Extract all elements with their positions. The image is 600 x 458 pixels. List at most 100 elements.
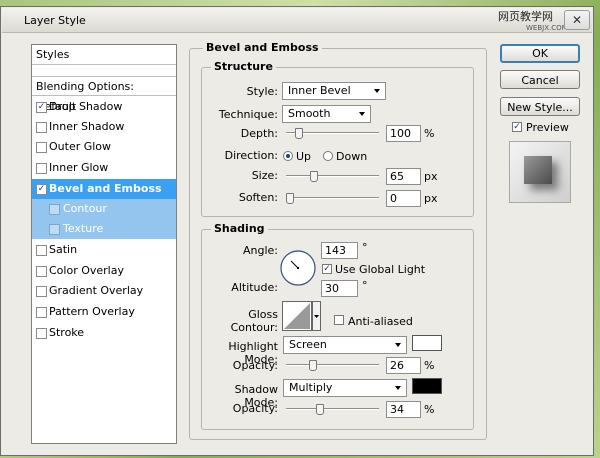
style-item-label: Color Overlay [49, 264, 124, 277]
style-item-label: Inner Glow [49, 161, 109, 174]
technique-label: Technique: [218, 108, 278, 121]
bevel-emboss-title: Bevel and Emboss [203, 41, 322, 54]
shadow-opacity-slider-thumb[interactable] [315, 404, 324, 415]
shadow-color-swatch[interactable] [412, 378, 442, 394]
depth-slider-thumb[interactable] [294, 128, 303, 139]
checkbox[interactable] [36, 307, 47, 318]
style-item-outer-glow[interactable]: Outer Glow [32, 137, 176, 157]
title-bar[interactable]: Layer Style 网页教学网 WEBJX.COM ✕ [2, 8, 592, 33]
highlight-opacity-label: Opacity: [232, 359, 278, 372]
cancel-button[interactable]: Cancel [500, 70, 580, 89]
checkbox[interactable] [36, 328, 47, 339]
checkbox[interactable] [36, 245, 47, 256]
direction-label: Direction: [224, 149, 278, 162]
shading-title: Shading [211, 222, 268, 235]
checkbox[interactable]: ✓ [36, 102, 47, 113]
preview-swatch [524, 156, 552, 184]
checkbox[interactable] [36, 142, 47, 153]
shadow-mode-dropdown[interactable]: Multiply [283, 379, 407, 397]
angle-dial[interactable] [279, 249, 317, 287]
style-item-stroke[interactable]: Stroke [32, 323, 176, 343]
checkbox[interactable]: ✓ [36, 184, 47, 195]
window-title: Layer Style [24, 14, 86, 27]
checkbox[interactable] [36, 122, 47, 133]
new-style-button[interactable]: New Style... [500, 97, 580, 116]
style-dropdown[interactable]: Inner Bevel [282, 82, 386, 100]
soften-label: Soften: [238, 191, 278, 204]
checkbox[interactable] [36, 286, 47, 297]
size-input[interactable]: 65 [386, 168, 421, 185]
chevron-down-icon [374, 89, 380, 93]
style-item-texture[interactable]: Texture [32, 219, 176, 239]
shadow-opacity-slider-track[interactable] [286, 408, 379, 410]
checkbox[interactable] [36, 266, 47, 277]
chevron-down-icon [395, 343, 401, 347]
preview-checkbox[interactable]: ✓ [512, 122, 522, 132]
anti-aliased-checkbox[interactable] [334, 315, 344, 325]
ok-button[interactable]: OK [500, 44, 580, 63]
direction-up-radio[interactable] [283, 151, 293, 161]
highlight-opacity-slider-track[interactable] [286, 364, 379, 366]
chevron-down-icon [359, 112, 365, 116]
depth-label: Depth: [240, 127, 278, 140]
altitude-unit: ° [362, 279, 368, 292]
checkbox[interactable] [36, 163, 47, 174]
style-item-satin[interactable]: Satin [32, 240, 176, 260]
style-item-label: Outer Glow [49, 140, 112, 153]
styles-list: Styles Blending Options: Default ✓ Drop S… [31, 44, 177, 444]
size-unit: px [424, 170, 438, 183]
highlight-opacity-slider-thumb[interactable] [308, 360, 317, 371]
style-item-contour[interactable]: Contour [32, 199, 176, 219]
style-item-label: Bevel and Emboss [49, 182, 162, 195]
size-slider-thumb[interactable] [309, 171, 318, 182]
checkbox[interactable] [49, 204, 60, 215]
soften-slider-thumb[interactable] [286, 193, 294, 204]
close-button[interactable]: ✕ [564, 10, 590, 30]
style-item-drop-shadow[interactable]: ✓ Drop Shadow [32, 97, 176, 117]
watermark-text: 网页教学网 [498, 10, 553, 23]
highlight-mode-dropdown[interactable]: Screen [283, 336, 407, 354]
style-item-gradient-overlay[interactable]: Gradient Overlay [32, 281, 176, 301]
angle-label: Angle: [242, 244, 278, 257]
shadow-opacity-input[interactable]: 34 [386, 401, 421, 418]
highlight-mode-value: Screen [289, 338, 327, 351]
direction-up-label: Up [296, 150, 312, 163]
anti-aliased-label: Anti-aliased [348, 315, 413, 328]
style-item-pattern-overlay[interactable]: Pattern Overlay [32, 302, 176, 322]
angle-input[interactable]: 143 [321, 242, 358, 259]
highlight-opacity-unit: % [424, 359, 435, 372]
style-item-label: Texture [63, 222, 104, 235]
soften-input[interactable]: 0 [386, 190, 421, 207]
direction-down-radio[interactable] [323, 151, 333, 161]
style-item-inner-glow[interactable]: Inner Glow [32, 158, 176, 178]
gloss-contour-label: Gloss Contour: [230, 308, 278, 334]
style-item-label: Drop Shadow [49, 100, 123, 113]
global-light-label: Use Global Light [335, 263, 426, 276]
style-label: Style: [246, 85, 278, 98]
style-item-inner-shadow[interactable]: Inner Shadow [32, 117, 176, 137]
style-item-color-overlay[interactable]: Color Overlay [32, 261, 176, 281]
size-label: Size: [251, 169, 278, 182]
highlight-opacity-input[interactable]: 26 [386, 357, 421, 374]
watermark-url: WEBJX.COM [526, 24, 568, 32]
style-item-label: Contour [63, 202, 107, 215]
shadow-mode-value: Multiply [289, 381, 333, 394]
checkbox[interactable] [49, 224, 60, 235]
styles-header[interactable]: Styles [32, 45, 176, 65]
style-item-label: Satin [49, 243, 78, 256]
chevron-down-icon [395, 386, 401, 390]
highlight-color-swatch[interactable] [412, 335, 442, 351]
depth-input[interactable]: 100 [386, 125, 421, 142]
style-item-bevel-and-emboss[interactable]: ✓ Bevel and Emboss [32, 179, 176, 199]
global-light-checkbox[interactable]: ✓ [322, 264, 332, 274]
size-slider-track[interactable] [286, 175, 379, 177]
blending-options[interactable]: Blending Options: Default [32, 76, 176, 113]
soften-slider-track[interactable] [286, 197, 379, 199]
gloss-contour-picker[interactable] [282, 301, 322, 331]
technique-value: Smooth [288, 107, 331, 120]
layer-style-dialog: Layer Style 网页教学网 WEBJX.COM ✕ Styles Ble… [0, 6, 594, 456]
technique-dropdown[interactable]: Smooth [282, 105, 371, 123]
altitude-input[interactable]: 30 [321, 280, 358, 297]
preview-thumbnail [509, 141, 571, 203]
style-value: Inner Bevel [288, 84, 351, 97]
